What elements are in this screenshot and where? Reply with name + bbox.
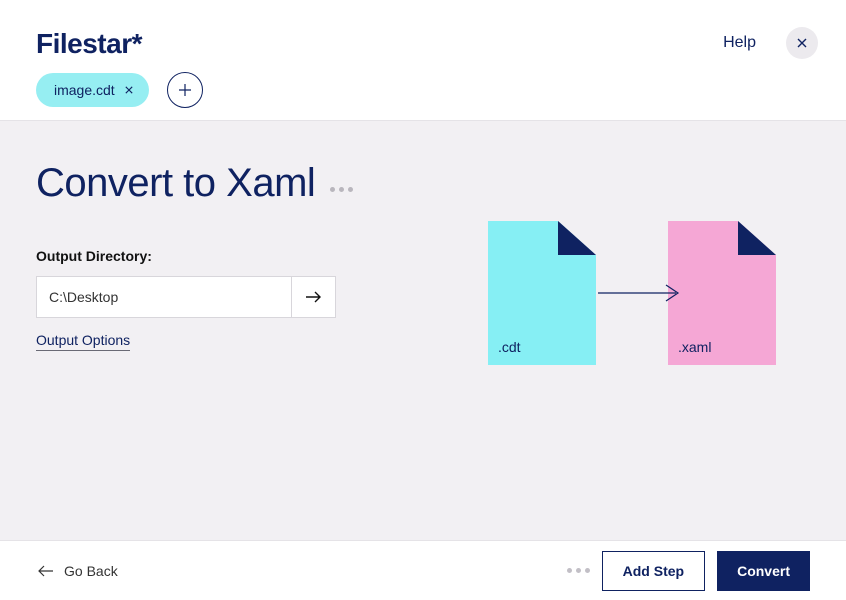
file-chip-label: image.cdt	[54, 82, 115, 98]
title-more-button[interactable]	[330, 187, 353, 192]
conversion-illustration: .cdt .xaml	[488, 221, 776, 365]
source-ext-label: .cdt	[498, 339, 521, 355]
footer: Go Back Add Step Convert	[0, 540, 846, 600]
page-title: Convert to Xaml	[36, 161, 315, 206]
arrow-left-icon	[36, 565, 54, 577]
convert-button[interactable]: Convert	[717, 551, 810, 591]
close-icon	[797, 38, 807, 48]
plus-icon	[178, 83, 192, 97]
conversion-arrow	[596, 283, 686, 303]
add-step-button[interactable]: Add Step	[602, 551, 705, 591]
add-file-button[interactable]	[167, 72, 203, 108]
help-link[interactable]: Help	[723, 34, 756, 52]
header: Filestar* Help image.cdt	[0, 0, 846, 120]
footer-actions: Add Step Convert	[567, 551, 810, 591]
close-button[interactable]	[786, 27, 818, 59]
arrow-right-icon	[596, 283, 686, 303]
remove-file-icon[interactable]	[125, 84, 133, 96]
files-row: image.cdt	[36, 72, 203, 108]
output-directory-row	[36, 276, 336, 318]
arrow-right-icon	[305, 290, 323, 304]
output-directory-browse-button[interactable]	[292, 276, 336, 318]
file-chip[interactable]: image.cdt	[36, 73, 149, 107]
go-back-label: Go Back	[64, 563, 118, 579]
brand-logo: Filestar*	[36, 28, 142, 60]
go-back-button[interactable]: Go Back	[36, 563, 118, 579]
main-panel: Convert to Xaml Output Directory: Output…	[0, 120, 846, 540]
source-file-icon: .cdt	[488, 221, 596, 365]
footer-more-button[interactable]	[567, 568, 590, 573]
output-options-link[interactable]: Output Options	[36, 332, 130, 351]
target-ext-label: .xaml	[678, 339, 711, 355]
output-directory-input[interactable]	[36, 276, 292, 318]
